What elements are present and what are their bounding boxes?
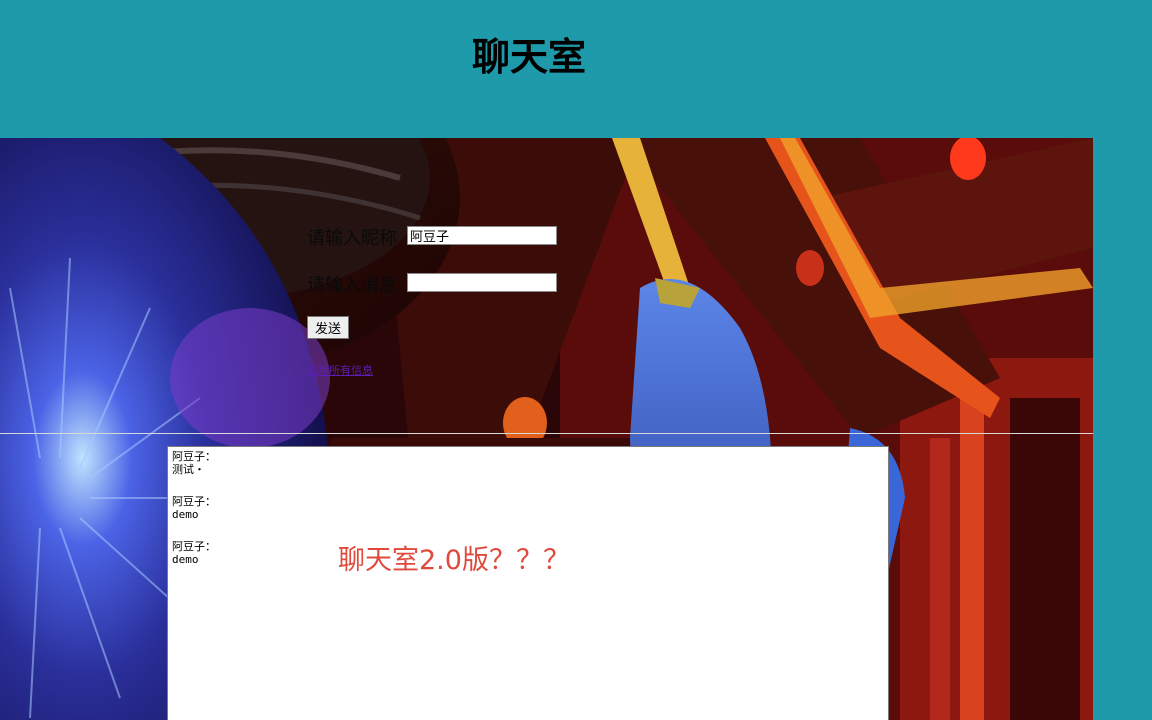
- nickname-input[interactable]: [407, 226, 557, 245]
- divider: [0, 433, 1093, 434]
- chat-message: 阿豆子： demo: [172, 495, 884, 521]
- chat-message: 阿豆子： 测试・: [172, 450, 884, 476]
- nickname-label: 请输入昵称: [307, 228, 397, 249]
- header-bar: 聊天室: [0, 0, 1152, 138]
- message-author: 阿豆子：: [172, 450, 216, 463]
- message-label: 请输入消息: [307, 275, 397, 296]
- message-author: 阿豆子：: [172, 495, 216, 508]
- message-text: 测试・: [172, 463, 205, 476]
- version-note: 聊天室2.0版？？？: [338, 545, 570, 576]
- message-input[interactable]: [407, 273, 557, 292]
- message-text: demo: [172, 508, 199, 521]
- send-button[interactable]: 发送: [307, 316, 349, 339]
- page-title: 聊天室: [472, 35, 587, 79]
- background-image-area: 请输入昵称 请输入消息 发送 清除所有信息 阿豆子： 测试・ 阿豆子： demo…: [0, 138, 1093, 720]
- clear-all-messages-link[interactable]: 清除所有信息: [307, 362, 373, 378]
- chat-log[interactable]: 阿豆子： 测试・ 阿豆子： demo 阿豆子： demo: [167, 446, 889, 720]
